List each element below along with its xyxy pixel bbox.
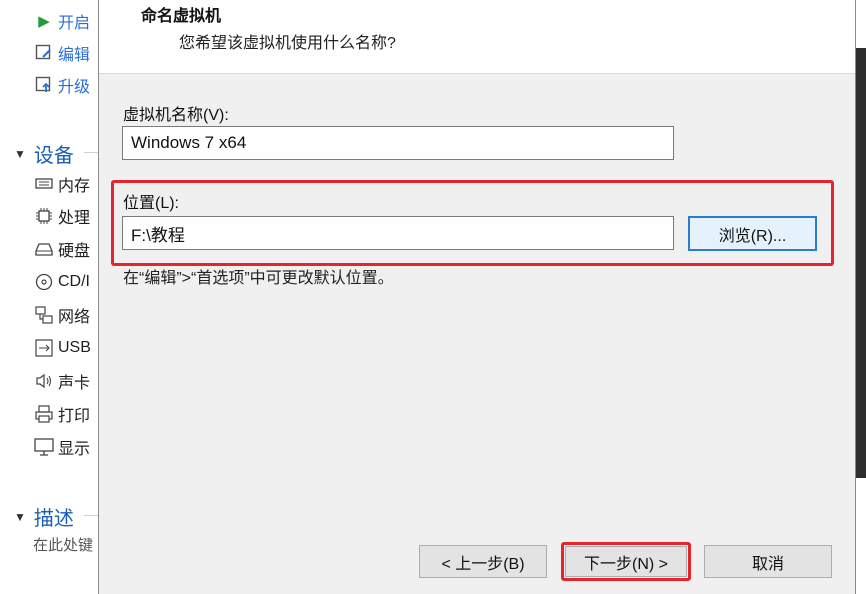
description-header-label: 描述 (33, 508, 74, 530)
device-usb[interactable]: USB (34, 336, 91, 360)
device-label: 内存 (58, 178, 91, 195)
device-label: USB (58, 339, 91, 356)
sound-icon (34, 371, 54, 391)
device-label: 网络 (58, 309, 91, 326)
device-memory[interactable]: 内存 (34, 172, 90, 196)
device-harddisk[interactable]: 硬盘 (34, 237, 90, 261)
name-vm-wizard-dialog: 命名虚拟机 您希望该虚拟机使用什么名称? 虚拟机名称(V): 位置(L): 浏览… (98, 0, 856, 594)
cd-icon (34, 272, 54, 292)
dialog-subtitle: 您希望该虚拟机使用什么名称? (179, 35, 396, 52)
sidebar-action-label: 开启 (58, 15, 91, 32)
upgrade-icon (34, 75, 54, 95)
memory-icon (34, 174, 54, 194)
dialog-title: 命名虚拟机 (141, 8, 222, 25)
processor-icon (34, 206, 54, 226)
harddisk-icon (34, 239, 54, 259)
background-dark-panel (856, 48, 866, 478)
device-processor[interactable]: 处理 (34, 204, 90, 228)
device-cd[interactable]: CD/I (34, 270, 90, 294)
device-label: CD/I (58, 273, 90, 290)
location-input[interactable] (122, 216, 674, 250)
device-sound[interactable]: 声卡 (34, 369, 90, 393)
usb-icon (34, 338, 54, 358)
sidebar: ▶ 开启 编辑 升级 ▼ 设备 内存 处理 硬盘 CD/I 网络 USB 声卡 … (0, 0, 114, 594)
location-label: 位置(L): (123, 195, 180, 212)
collapse-triangle-icon: ▼ (14, 509, 26, 524)
device-label: 显示 (58, 441, 91, 458)
next-button[interactable]: 下一步(N) > (565, 546, 687, 577)
device-label: 打印 (58, 408, 91, 425)
display-icon (34, 437, 54, 457)
edit-icon (34, 43, 54, 63)
sidebar-action-edit[interactable]: 编辑 (34, 41, 90, 65)
play-icon: ▶ (38, 13, 50, 30)
printer-icon (34, 404, 54, 424)
description-section-header[interactable]: ▼ 描述 (14, 502, 114, 531)
default-location-hint: 在“编辑”>“首选项”中可更改默认位置。 (123, 270, 394, 287)
device-label: 硬盘 (58, 243, 91, 260)
device-label: 处理 (58, 210, 91, 227)
browse-button[interactable]: 浏览(R)... (688, 216, 817, 251)
collapse-triangle-icon: ▼ (14, 146, 26, 161)
vm-name-input[interactable] (122, 126, 674, 160)
dialog-header: 命名虚拟机 您希望该虚拟机使用什么名称? (99, 0, 855, 74)
device-display[interactable]: 显示 (34, 435, 90, 459)
description-placeholder[interactable]: 在此处键 (33, 534, 93, 555)
sidebar-action-power-on[interactable]: ▶ 开启 (34, 9, 90, 33)
device-printer[interactable]: 打印 (34, 402, 90, 426)
network-icon (34, 305, 54, 325)
device-label: 声卡 (58, 375, 91, 392)
back-button[interactable]: < 上一步(B) (419, 545, 547, 578)
vm-name-label: 虚拟机名称(V): (123, 107, 229, 124)
sidebar-action-label: 升级 (58, 79, 91, 96)
sidebar-action-label: 编辑 (58, 47, 91, 64)
device-network[interactable]: 网络 (34, 303, 90, 327)
sidebar-action-upgrade[interactable]: 升级 (34, 73, 90, 97)
devices-section-header[interactable]: ▼ 设备 (14, 139, 114, 168)
devices-header-label: 设备 (33, 145, 74, 167)
background-window-edge (856, 0, 866, 594)
cancel-button[interactable]: 取消 (704, 545, 832, 578)
